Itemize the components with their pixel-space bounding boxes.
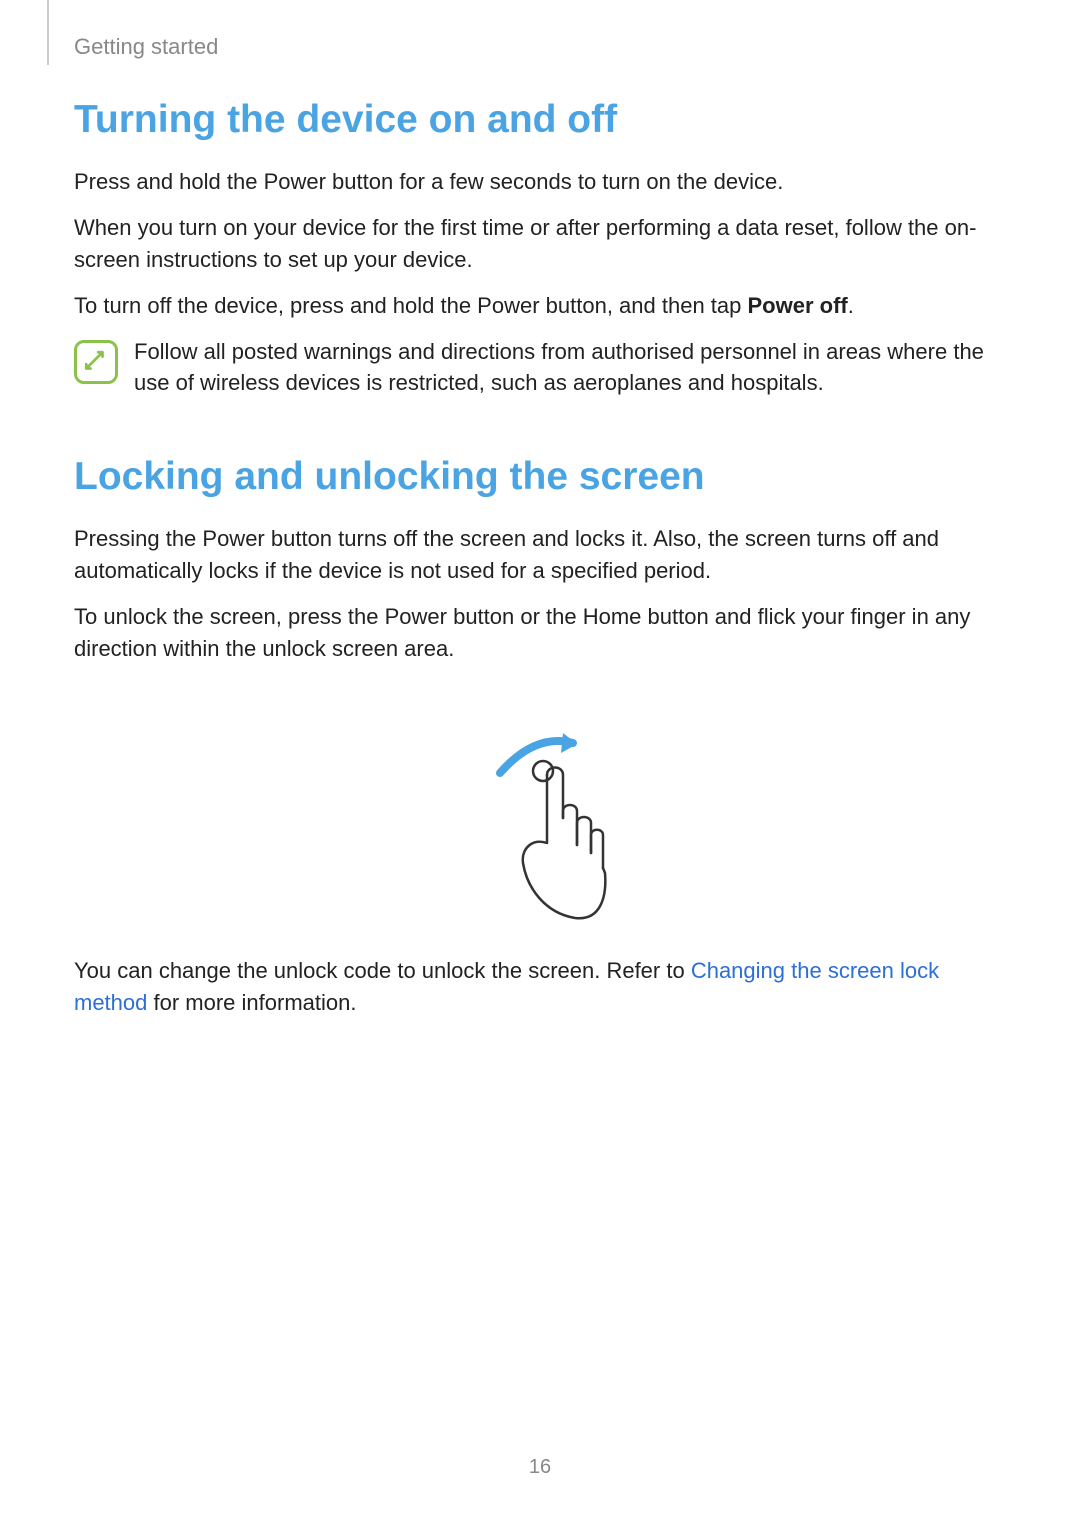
header-section-title: Getting started (74, 34, 218, 60)
text-changecode-pre: You can change the unlock code to unlock… (74, 958, 691, 983)
heading-locking-unlocking: Locking and unlocking the screen (74, 455, 1006, 499)
flick-gesture-illustration (74, 713, 1006, 923)
note-block-warnings: Follow all posted warnings and direction… (74, 336, 1006, 400)
paragraph-power-off: To turn off the device, press and hold t… (74, 290, 1006, 322)
heading-turning-device: Turning the device on and off (74, 98, 1006, 142)
paragraph-first-time-setup: When you turn on your device for the fir… (74, 212, 1006, 276)
note-icon (74, 340, 118, 384)
paragraph-change-unlock-code: You can change the unlock code to unlock… (74, 955, 1006, 1019)
paragraph-lock-behavior: Pressing the Power button turns off the … (74, 523, 1006, 587)
note-text-warnings: Follow all posted warnings and direction… (134, 336, 1006, 400)
text-poweroff-post: . (848, 293, 854, 318)
paragraph-power-on: Press and hold the Power button for a fe… (74, 166, 1006, 198)
page-number: 16 (529, 1456, 551, 1479)
text-poweroff-pre: To turn off the device, press and hold t… (74, 293, 748, 318)
text-changecode-post: for more information. (147, 990, 356, 1015)
paragraph-unlock-instructions: To unlock the screen, press the Power bu… (74, 601, 1006, 665)
page-content: Turning the device on and off Press and … (0, 0, 1080, 1019)
page-margin-mark (47, 0, 49, 65)
text-poweroff-bold: Power off (748, 293, 848, 318)
